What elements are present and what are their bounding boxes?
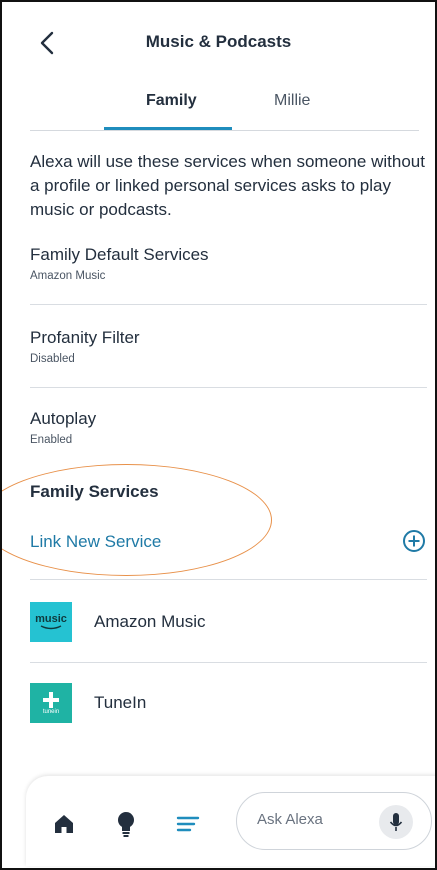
setting-name: Autoplay — [30, 409, 97, 428]
divider — [30, 304, 427, 305]
divider — [30, 579, 427, 580]
setting-value: Disabled — [30, 353, 75, 365]
amazon-music-logo: music — [30, 602, 72, 642]
intro-text: Alexa will use these services when someo… — [30, 152, 425, 219]
service-amazon-music[interactable]: music Amazon Music — [30, 602, 426, 642]
ask-alexa-placeholder: Ask Alexa — [257, 811, 323, 828]
home-icon — [55, 815, 73, 833]
discover-button[interactable] — [112, 810, 140, 838]
microphone-icon — [389, 813, 403, 831]
service-name: TuneIn — [94, 693, 147, 712]
link-new-service-link[interactable]: Link New Service — [30, 532, 161, 552]
tab-bar: Family Millie — [2, 84, 435, 132]
setting-value: Amazon Music — [30, 270, 106, 282]
home-button[interactable] — [50, 810, 78, 838]
tab-family[interactable]: Family — [146, 92, 197, 110]
tunein-logo-text: tunein — [42, 709, 60, 715]
divider — [30, 662, 427, 663]
tab-millie[interactable]: Millie — [274, 92, 310, 110]
menu-icon — [176, 816, 200, 832]
setting-profanity-filter[interactable]: Profanity Filter Disabled — [30, 328, 426, 365]
setting-name: Profanity Filter — [30, 328, 140, 347]
bottom-nav-bar: Ask Alexa — [26, 776, 435, 866]
add-service-button[interactable] — [402, 529, 426, 553]
setting-name: Family Default Services — [30, 245, 209, 264]
setting-value: Enabled — [30, 434, 73, 446]
divider — [30, 387, 427, 388]
ask-alexa-input[interactable]: Ask Alexa — [236, 792, 432, 850]
amazon-music-logo-text: music — [35, 613, 67, 625]
setting-family-default-services[interactable]: Family Default Services Amazon Music — [30, 245, 426, 282]
tunein-plus-icon — [43, 692, 59, 708]
smile-arrow-icon — [40, 625, 62, 630]
tabs-divider — [30, 130, 419, 131]
section-title-family-services: Family Services — [30, 482, 159, 501]
microphone-button[interactable] — [379, 805, 413, 839]
page-title: Music & Podcasts — [145, 32, 292, 51]
header: Music & Podcasts — [2, 2, 435, 82]
app-frame: Music & Podcasts Family Millie Alexa wil… — [0, 0, 437, 870]
annotation-ellipse — [2, 464, 272, 576]
more-menu-button[interactable] — [174, 810, 202, 838]
service-name: Amazon Music — [94, 612, 206, 631]
setting-autoplay[interactable]: Autoplay Enabled — [30, 409, 426, 446]
lightbulb-icon — [118, 812, 134, 837]
service-tunein[interactable]: tunein TuneIn — [30, 683, 426, 723]
plus-circle-icon — [403, 530, 425, 552]
tunein-logo: tunein — [30, 683, 72, 723]
